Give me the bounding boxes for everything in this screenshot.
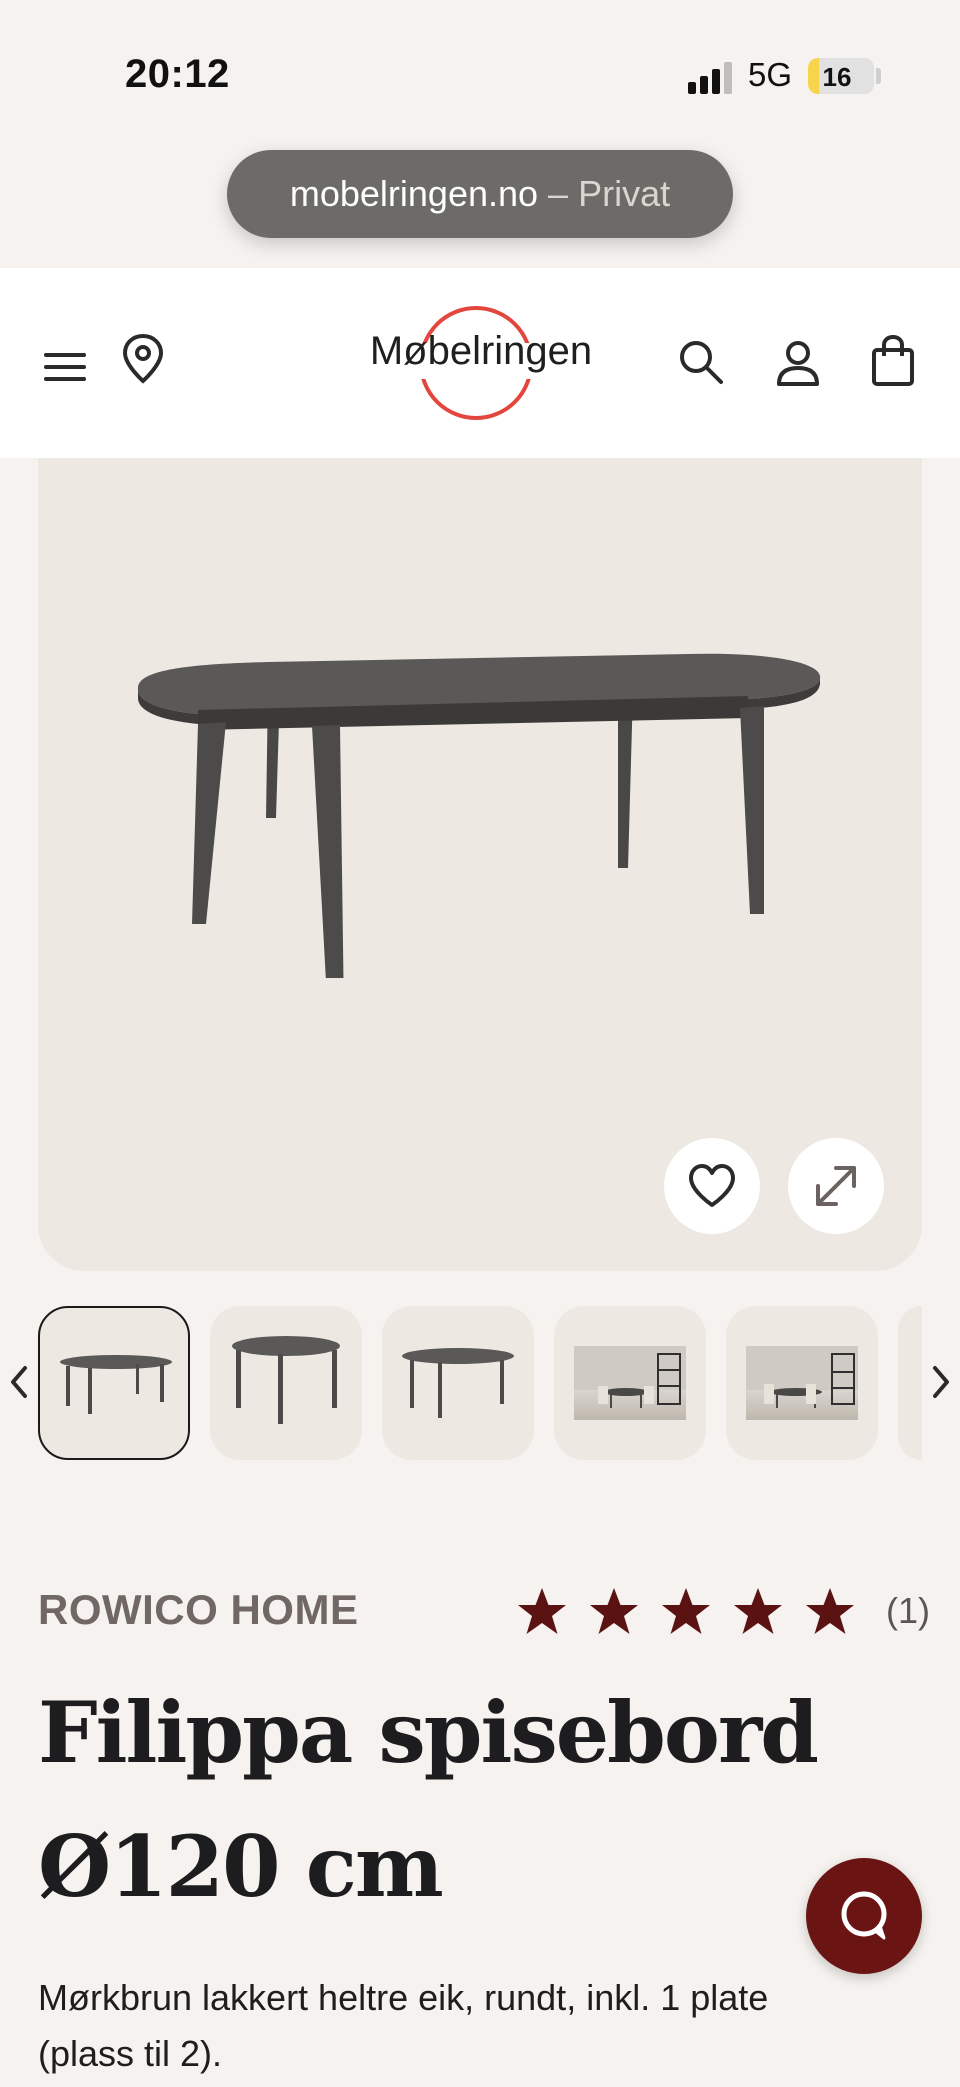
chat-button[interactable] <box>806 1858 922 1974</box>
chat-bubble-icon <box>841 1891 887 1940</box>
private-mode-label: Privat <box>578 173 671 214</box>
star-icon <box>518 1588 566 1634</box>
store-locator-button[interactable] <box>118 332 168 388</box>
thumbnail-prev-button[interactable] <box>4 1352 34 1412</box>
thumbnail-room-image <box>746 1346 858 1420</box>
search-button[interactable] <box>676 338 726 388</box>
star-icon <box>662 1588 710 1634</box>
star-icon <box>590 1588 638 1634</box>
menu-icon-line <box>44 365 86 369</box>
location-pin-icon <box>122 333 164 384</box>
thumbnail-table-image <box>60 1355 172 1414</box>
thumbnail-3[interactable] <box>382 1306 534 1460</box>
star-icon <box>806 1588 854 1634</box>
rating-stars[interactable] <box>512 1582 860 1642</box>
product-brand[interactable]: ROWICO HOME <box>38 1586 358 1634</box>
logo-text: Møbelringen <box>369 329 593 373</box>
site-header: Møbelringen <box>0 268 960 458</box>
product-main-image[interactable] <box>38 458 922 1271</box>
thumbnail-2[interactable] <box>210 1306 362 1460</box>
address-bar[interactable]: mobelringen.no – Privat <box>227 150 733 238</box>
menu-icon <box>44 353 86 357</box>
product-description: Mørkbrun lakkert heltre eik, rundt, inkl… <box>38 1977 769 2074</box>
search-icon <box>680 341 723 384</box>
thumbnail-1[interactable] <box>38 1306 190 1460</box>
star-icon <box>734 1588 782 1634</box>
chevron-right-icon <box>933 1366 949 1398</box>
expand-icon <box>816 1166 856 1206</box>
account-button[interactable] <box>772 338 824 390</box>
thumbnail-table-image <box>402 1348 514 1418</box>
network-type: 5G <box>748 56 793 93</box>
thumbnail-next-button[interactable] <box>926 1352 956 1412</box>
menu-button[interactable] <box>40 338 94 388</box>
chevron-left-icon <box>11 1366 27 1398</box>
url-separator: – <box>548 173 569 214</box>
room-scene <box>574 1346 686 1408</box>
cart-button[interactable] <box>868 334 918 390</box>
account-icon <box>777 341 819 386</box>
product-image-table <box>137 653 821 978</box>
battery-nub <box>876 68 881 84</box>
battery-icon: 16 <box>808 58 874 94</box>
room-scene <box>746 1346 858 1408</box>
menu-icon-line <box>44 377 86 381</box>
thumbnail-6[interactable] <box>898 1306 922 1460</box>
shopping-bag-icon <box>872 334 914 386</box>
clock: 20:12 <box>125 52 230 96</box>
fullscreen-button[interactable] <box>788 1138 884 1234</box>
thumbnail-table-image <box>232 1336 340 1424</box>
thumbnail-4[interactable] <box>554 1306 706 1460</box>
review-count[interactable]: (1) <box>886 1590 930 1632</box>
battery-level: 16 <box>822 62 852 92</box>
thumbnail-5[interactable] <box>726 1306 878 1460</box>
signal-icon <box>688 62 732 94</box>
product-title: Filippa spisebord Ø120 cm <box>38 1683 819 1916</box>
site-logo[interactable]: Møbelringen <box>356 303 606 423</box>
heart-icon <box>689 1164 735 1207</box>
add-to-wishlist-button[interactable] <box>664 1138 760 1234</box>
thumbnail-carousel <box>0 1306 960 1464</box>
status-bar: 20:12 5G 16 <box>0 0 960 150</box>
thumbnail-room-image <box>574 1346 686 1420</box>
url-domain: mobelringen.no <box>289 173 539 214</box>
